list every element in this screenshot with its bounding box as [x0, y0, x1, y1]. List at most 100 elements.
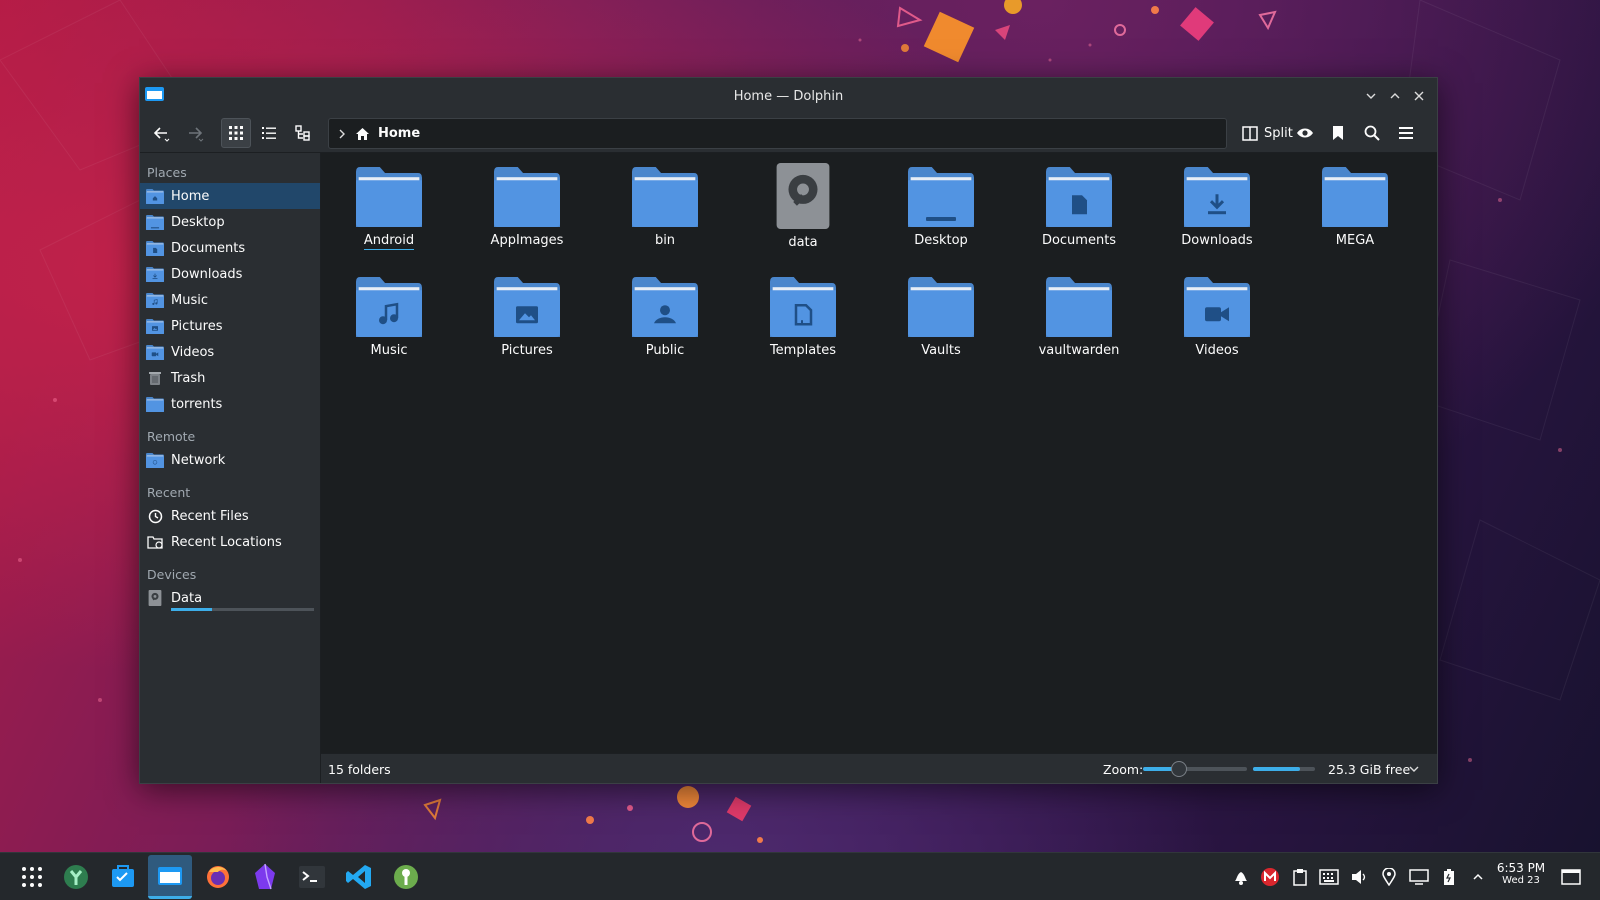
maximize-button[interactable] [1385, 86, 1405, 106]
tree-view-icon [295, 125, 310, 141]
zoom-slider[interactable] [1143, 761, 1247, 777]
show-desktop-button[interactable] [1560, 866, 1582, 888]
taskbar-keepassxc[interactable] [384, 855, 428, 899]
folder-name: bin [654, 233, 676, 248]
title-bar[interactable]: Home — Dolphin [140, 78, 1437, 115]
chevron-up-icon [1390, 93, 1400, 99]
sidebar-item-videos[interactable]: Videos [140, 339, 320, 365]
show-desktop-icon [1561, 869, 1581, 885]
folder-item-mega[interactable]: MEGA [1295, 163, 1415, 263]
toolbar: Home Split [140, 115, 1437, 153]
close-button[interactable] [1409, 86, 1429, 106]
taskbar-obsidian[interactable] [243, 855, 287, 899]
free-space-label[interactable]: 25.3 GiB free [1328, 762, 1410, 777]
location-icon [1382, 868, 1396, 886]
sidebar-item-documents[interactable]: Documents [140, 235, 320, 261]
taskbar-scrcpy[interactable] [54, 855, 98, 899]
taskbar-vscode[interactable] [337, 855, 381, 899]
taskbar-firefox[interactable] [196, 855, 240, 899]
folder-icon [632, 167, 698, 227]
folder-item-appimages[interactable]: AppImages [467, 163, 587, 263]
sidebar-item-label: Home [171, 188, 210, 204]
details-view-button[interactable] [254, 118, 284, 148]
sidebar-item-network[interactable]: Network [140, 447, 320, 473]
dolphin-icon [158, 866, 182, 885]
minimize-button[interactable] [1361, 86, 1381, 106]
location-tray-button[interactable] [1378, 866, 1400, 888]
folder-icon [146, 396, 164, 412]
free-space-bar [1253, 767, 1315, 771]
battery-tray-button[interactable] [1438, 866, 1460, 888]
drive-icon [770, 163, 836, 229]
sidebar-item-pictures[interactable]: Pictures [140, 313, 320, 339]
zoom-slider-handle[interactable] [1171, 761, 1188, 777]
search-button[interactable] [1357, 118, 1387, 148]
folder-name: Android [363, 233, 415, 250]
display-icon [1409, 869, 1429, 885]
mega-tray-button[interactable] [1259, 866, 1281, 888]
folder-item-public[interactable]: Public [605, 273, 725, 373]
firefox-icon [207, 866, 229, 888]
chevron-right-icon[interactable] [337, 128, 347, 140]
show-hidden-tray-button[interactable] [1467, 866, 1489, 888]
sidebar-item-downloads[interactable]: Downloads [140, 261, 320, 287]
device-capacity-bar [171, 608, 314, 611]
folder-item-downloads[interactable]: Downloads [1157, 163, 1277, 263]
folder-item-bin[interactable]: bin [605, 163, 725, 263]
mega-icon [1261, 868, 1279, 886]
sidebar-item-recent-files[interactable]: Recent Files [140, 503, 320, 529]
back-button[interactable] [146, 118, 176, 148]
sidebar-item-trash[interactable]: Trash [140, 365, 320, 391]
app-launcher-button[interactable] [10, 855, 54, 899]
location-bar[interactable]: Home [328, 118, 1227, 149]
places-panel: Places Home Desktop Documents Downloads … [140, 153, 321, 783]
chevron-down-icon[interactable] [1408, 763, 1420, 775]
documents-folder-icon [146, 240, 164, 256]
sidebar-item-recent-locations[interactable]: Recent Locations [140, 529, 320, 555]
keyboard-tray-button[interactable] [1318, 866, 1340, 888]
status-bar: 15 folders Zoom: 25.3 GiB free [321, 753, 1437, 783]
volume-tray-button[interactable] [1348, 866, 1370, 888]
menu-button[interactable] [1391, 118, 1421, 148]
forward-button[interactable] [180, 118, 210, 148]
folder-item-pictures[interactable]: Pictures [467, 273, 587, 373]
clipboard-tray-button[interactable] [1289, 866, 1311, 888]
taskbar-discover[interactable] [101, 855, 145, 899]
taskbar-konsole[interactable] [290, 855, 334, 899]
folder-item-data[interactable]: data [743, 163, 863, 263]
breadcrumb-home[interactable]: Home [378, 126, 420, 141]
folder-item-vaults[interactable]: Vaults [881, 273, 1001, 373]
folder-item-desktop[interactable]: Desktop [881, 163, 1001, 263]
recent-locations-icon [146, 534, 164, 550]
sidebar-item-label: Network [171, 452, 226, 468]
folder-item-templates[interactable]: Templates [743, 273, 863, 373]
taskbar-dolphin[interactable] [148, 855, 192, 899]
tree-view-button[interactable] [288, 118, 318, 148]
folder-item-videos[interactable]: Videos [1157, 273, 1277, 373]
downloads-folder-icon [146, 266, 164, 282]
preview-button[interactable] [1290, 118, 1320, 148]
notifications-tray-button[interactable] [1230, 866, 1252, 888]
sidebar-item-home[interactable]: Home [140, 183, 320, 209]
back-icon [153, 127, 170, 142]
sidebar-item-desktop[interactable]: Desktop [140, 209, 320, 235]
close-icon [1414, 91, 1424, 101]
clock[interactable]: 6:53 PM Wed 23 [1488, 861, 1554, 886]
file-view[interactable]: Android AppImages bin data Desktop Docum… [321, 153, 1437, 753]
dolphin-app-icon [145, 86, 164, 102]
icons-view-button[interactable] [221, 118, 251, 148]
display-tray-button[interactable] [1408, 866, 1430, 888]
public-folder-icon [632, 277, 698, 337]
folder-icon [1046, 277, 1112, 337]
folder-name: Vaults [921, 343, 961, 358]
bookmark-button[interactable] [1323, 118, 1353, 148]
sidebar-item-torrents[interactable]: torrents [140, 391, 320, 417]
folder-item-vaultwarden[interactable]: vaultwarden [1019, 273, 1139, 373]
sidebar-item-label: torrents [171, 396, 223, 412]
folder-item-android[interactable]: Android [329, 163, 449, 263]
sidebar-item-music[interactable]: Music [140, 287, 320, 313]
vscode-icon [346, 865, 371, 889]
folder-name: Pictures [501, 343, 553, 358]
folder-item-documents[interactable]: Documents [1019, 163, 1139, 263]
folder-item-music[interactable]: Music [329, 273, 449, 373]
